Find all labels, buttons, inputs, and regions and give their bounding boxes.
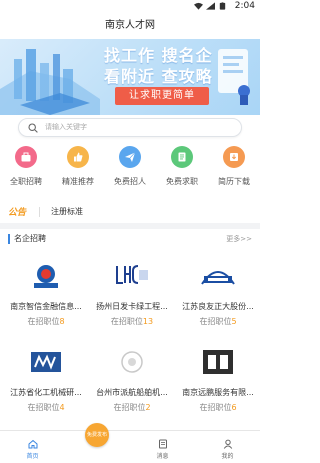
- company-logo-icon: [121, 351, 143, 373]
- quick-nav-label: 免费招人: [114, 177, 146, 186]
- quick-nav-free-hiring[interactable]: 免费招人: [104, 146, 156, 192]
- company-name: 南京远鹏服务有限...: [182, 388, 254, 397]
- search-icon: [28, 123, 38, 133]
- company-logo: [112, 258, 152, 294]
- search-input[interactable]: 请输入关键字: [18, 118, 242, 137]
- tab-label: 我的: [221, 453, 234, 460]
- notice-text[interactable]: 注册标准: [51, 206, 83, 217]
- promo-banner[interactable]: 找工作 搜名企 看附近 查攻略 让求职更简单: [0, 39, 260, 115]
- company-logo-icon: [34, 265, 58, 288]
- quick-nav-resume-download[interactable]: 简历下载: [208, 146, 260, 192]
- banner-cta-button[interactable]: 让求职更简单: [115, 87, 209, 105]
- notice-bar[interactable]: 公告 注册标准: [0, 203, 260, 221]
- search-placeholder: 请输入关键字: [45, 123, 87, 131]
- notice-badge: 公告: [8, 208, 27, 218]
- battery-icon: [219, 2, 226, 10]
- publish-bubble[interactable]: 免费发布: [85, 423, 109, 447]
- section-title: 名企招聘: [14, 234, 46, 243]
- notice-divider: [39, 207, 40, 217]
- company-card[interactable]: 台州市派航船舶机... 在招职位2: [89, 344, 175, 422]
- company-logo: [26, 258, 66, 294]
- message-icon: [158, 439, 167, 449]
- company-card[interactable]: 扬州日发卡绿工程... 在招职位13: [89, 258, 175, 336]
- company-jobs: 在招职位8: [27, 317, 65, 326]
- bottom-tab-bar: 首页 免费发布 消息 我的: [0, 423, 260, 463]
- company-card[interactable]: 江苏良友正大股份... 在招职位5: [175, 258, 261, 336]
- status-icons: [194, 2, 227, 10]
- company-logo: [112, 344, 152, 380]
- quick-nav-free-job-seeking[interactable]: 免费求职: [156, 146, 208, 192]
- company-logo: [198, 258, 238, 294]
- company-logo-icon: [116, 265, 148, 284]
- tab-label: 免费发布: [86, 431, 107, 438]
- tablet-illustration-icon: [218, 49, 250, 105]
- resume-icon: [171, 146, 193, 168]
- company-name: 台州市派航船舶机...: [96, 388, 168, 397]
- quick-nav-label: 免费求职: [166, 177, 198, 186]
- company-name: 江苏良友正大股份...: [182, 302, 254, 311]
- quick-nav: 全职招聘 精准推荐 免费招人 免费求职 简历下载: [0, 146, 260, 192]
- app-header: 南京人才网: [0, 12, 260, 39]
- tab-home[interactable]: 首页: [0, 431, 65, 463]
- quick-nav-label: 精准推荐: [62, 177, 94, 186]
- signal-icon: [206, 2, 215, 10]
- wifi-icon: [194, 2, 203, 10]
- home-icon: [28, 439, 37, 449]
- quick-nav-fulltime-jobs[interactable]: 全职招聘: [0, 146, 52, 192]
- company-logo-icon: [201, 271, 235, 285]
- company-logo: [198, 344, 238, 380]
- company-name: 扬州日发卡绿工程...: [96, 302, 168, 311]
- tab-profile[interactable]: 我的: [195, 431, 260, 463]
- company-name: 江苏省化工机械研...: [10, 388, 82, 397]
- banner-headline-2: 看附近 查攻略: [104, 67, 213, 86]
- company-jobs: 在招职位5: [199, 317, 237, 326]
- company-jobs: 在招职位4: [27, 403, 65, 412]
- thumbs-up-icon: [67, 146, 89, 168]
- user-icon: [223, 439, 232, 449]
- tab-publish[interactable]: 免费发布: [65, 423, 130, 463]
- quick-nav-label: 简历下载: [218, 177, 250, 186]
- tab-messages[interactable]: 消息: [130, 431, 195, 463]
- company-card[interactable]: 江苏省化工机械研... 在招职位4: [3, 344, 89, 422]
- more-link[interactable]: 更多>>: [226, 234, 252, 244]
- company-jobs: 在招职位6: [199, 403, 237, 412]
- quick-nav-label: 全职招聘: [10, 177, 42, 186]
- quick-nav-recommend[interactable]: 精准推荐: [52, 146, 104, 192]
- paper-plane-icon: [119, 146, 141, 168]
- section-header: 名企招聘 更多>>: [0, 229, 260, 251]
- company-logo-icon: [31, 352, 61, 372]
- status-bar: 2:04: [0, 0, 260, 12]
- tab-label: 首页: [26, 453, 39, 460]
- company-jobs: 在招职位2: [113, 403, 151, 412]
- company-jobs: 在招职位13: [110, 317, 154, 326]
- company-logo-icon: [203, 350, 233, 374]
- company-card[interactable]: 南京远鹏服务有限... 在招职位6: [175, 344, 261, 422]
- company-logo: [26, 344, 66, 380]
- briefcase-icon: [15, 146, 37, 168]
- company-card[interactable]: 南京智信金融信息... 在招职位8: [3, 258, 89, 336]
- status-time: 2:04: [234, 1, 255, 11]
- tab-label: 消息: [156, 453, 169, 460]
- city-illustration-icon: [0, 49, 100, 115]
- company-name: 南京智信金融信息...: [10, 302, 82, 311]
- section-accent-bar: [8, 234, 10, 244]
- download-icon: [223, 146, 245, 168]
- page-title: 南京人才网: [105, 20, 155, 31]
